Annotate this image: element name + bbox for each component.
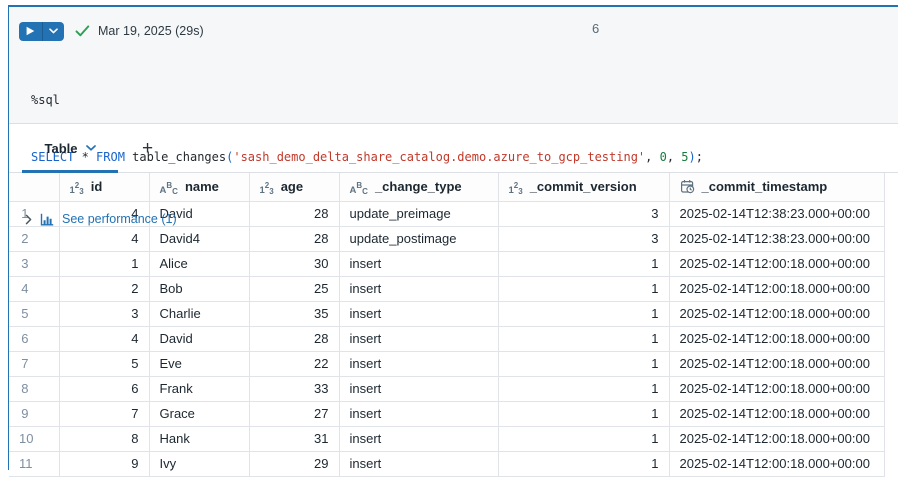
chevron-right-icon[interactable]: [25, 214, 32, 225]
play-icon[interactable]: [19, 22, 42, 41]
table-cell-age: 29: [249, 451, 339, 476]
table-cell-commit_timestamp: 2025-02-14T12:00:18.000+00:00: [669, 451, 884, 476]
row-number: 4: [9, 276, 59, 301]
table-cell-id: 6: [59, 376, 149, 401]
table-row: 97Grace27insert12025-02-14T12:00:18.000+…: [9, 401, 884, 426]
cell-command-area: Mar 19, 2025 (29s) 6 %sql SELECT * FROM …: [9, 7, 898, 124]
table-cell-name: Eve: [149, 351, 249, 376]
table-cell-name: David: [149, 326, 249, 351]
table-cell-age: 31: [249, 426, 339, 451]
table-cell-commit_timestamp: 2025-02-14T12:00:18.000+00:00: [669, 426, 884, 451]
table-cell-commit_version: 1: [498, 276, 669, 301]
table-row: 119Ivy29insert12025-02-14T12:00:18.000+0…: [9, 451, 884, 476]
success-check-icon: [75, 25, 90, 37]
table-row: 75Eve22insert12025-02-14T12:00:18.000+00…: [9, 351, 884, 376]
table-cell-name: Grace: [149, 401, 249, 426]
table-cell-age: 27: [249, 401, 339, 426]
add-tab-button[interactable]: +: [142, 139, 153, 158]
table-cell-commit_version: 1: [498, 351, 669, 376]
results-tab-bar: Table +: [9, 124, 898, 173]
table-cell-id: 8: [59, 426, 149, 451]
table-cell-change_type: insert: [339, 351, 498, 376]
table-cell-age: 25: [249, 276, 339, 301]
table-cell-name: Ivy: [149, 451, 249, 476]
table-cell-age: 22: [249, 351, 339, 376]
last-run-timestamp: Mar 19, 2025 (29s): [98, 24, 204, 38]
table-cell-commit_version: 1: [498, 376, 669, 401]
cell-execution-number: 6: [592, 21, 599, 36]
table-cell-change_type: insert: [339, 401, 498, 426]
table-cell-change_type: insert: [339, 376, 498, 401]
row-number: 5: [9, 301, 59, 326]
table-cell-commit_version: 1: [498, 326, 669, 351]
row-number: 3: [9, 251, 59, 276]
table-cell-commit_timestamp: 2025-02-14T12:00:18.000+00:00: [669, 351, 884, 376]
table-cell-commit_version: 1: [498, 401, 669, 426]
table-cell-name: Bob: [149, 276, 249, 301]
table-row: 86Frank33insert12025-02-14T12:00:18.000+…: [9, 376, 884, 401]
table-row: 31Alice30insert12025-02-14T12:00:18.000+…: [9, 251, 884, 276]
table-cell-name: Hank: [149, 426, 249, 451]
table-cell-commit_timestamp: 2025-02-14T12:00:18.000+00:00: [669, 251, 884, 276]
tab-table[interactable]: Table: [22, 124, 118, 172]
table-cell-commit_version: 1: [498, 301, 669, 326]
notebook-cell: Mar 19, 2025 (29s) 6 %sql SELECT * FROM …: [8, 5, 898, 470]
table-cell-age: 35: [249, 301, 339, 326]
performance-row: See performance (1): [25, 208, 898, 230]
table-cell-commit_timestamp: 2025-02-14T12:00:18.000+00:00: [669, 276, 884, 301]
cell-header: Mar 19, 2025 (29s) 6: [9, 15, 898, 47]
table-cell-age: 33: [249, 376, 339, 401]
table-cell-commit_timestamp: 2025-02-14T12:00:18.000+00:00: [669, 301, 884, 326]
row-number: 9: [9, 401, 59, 426]
table-cell-change_type: insert: [339, 251, 498, 276]
row-number: 10: [9, 426, 59, 451]
table-cell-id: 4: [59, 326, 149, 351]
table-cell-age: 28: [249, 326, 339, 351]
table-cell-change_type: insert: [339, 276, 498, 301]
table-cell-age: 30: [249, 251, 339, 276]
chevron-down-icon: [86, 145, 96, 151]
row-number: 8: [9, 376, 59, 401]
tab-table-label: Table: [45, 141, 78, 156]
table-cell-commit_version: 1: [498, 451, 669, 476]
table-cell-id: 2: [59, 276, 149, 301]
table-cell-id: 9: [59, 451, 149, 476]
table-cell-commit_timestamp: 2025-02-14T12:00:18.000+00:00: [669, 376, 884, 401]
table-row: 42Bob25insert12025-02-14T12:00:18.000+00…: [9, 276, 884, 301]
table-cell-id: 7: [59, 401, 149, 426]
table-row: 53Charlie35insert12025-02-14T12:00:18.00…: [9, 301, 884, 326]
see-performance-link[interactable]: See performance (1): [62, 212, 177, 226]
table-cell-change_type: insert: [339, 301, 498, 326]
row-number: 11: [9, 451, 59, 476]
row-number: 6: [9, 326, 59, 351]
table-cell-change_type: insert: [339, 451, 498, 476]
table-cell-commit_timestamp: 2025-02-14T12:00:18.000+00:00: [669, 401, 884, 426]
table-cell-id: 5: [59, 351, 149, 376]
chevron-down-icon[interactable]: [43, 22, 63, 41]
table-cell-name: Alice: [149, 251, 249, 276]
table-cell-change_type: insert: [339, 326, 498, 351]
magic-command[interactable]: %sql: [31, 91, 898, 110]
table-cell-name: Frank: [149, 376, 249, 401]
run-button[interactable]: [19, 22, 64, 41]
table-cell-commit_version: 1: [498, 251, 669, 276]
table-cell-id: 1: [59, 251, 149, 276]
table-cell-id: 3: [59, 301, 149, 326]
table-row: 64David28insert12025-02-14T12:00:18.000+…: [9, 326, 884, 351]
bar-chart-icon: [40, 213, 54, 226]
row-number: 7: [9, 351, 59, 376]
table-row: 108Hank31insert12025-02-14T12:00:18.000+…: [9, 426, 884, 451]
table-cell-commit_timestamp: 2025-02-14T12:00:18.000+00:00: [669, 326, 884, 351]
table-cell-name: Charlie: [149, 301, 249, 326]
table-cell-change_type: insert: [339, 426, 498, 451]
table-cell-commit_version: 1: [498, 426, 669, 451]
